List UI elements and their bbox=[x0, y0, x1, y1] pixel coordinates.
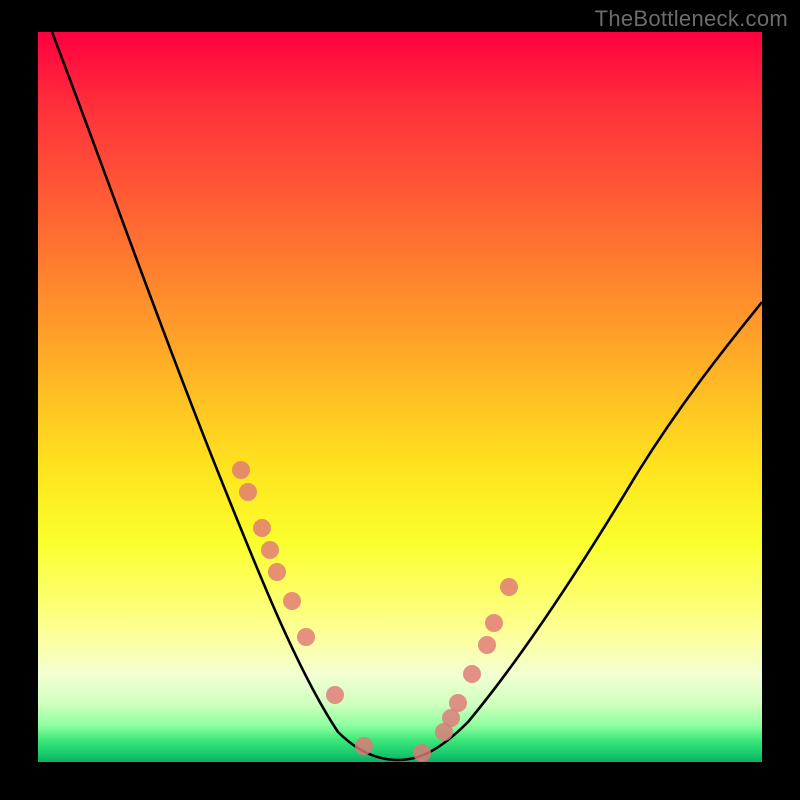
chart-svg bbox=[38, 32, 762, 762]
marker bbox=[268, 563, 286, 581]
chart-frame: TheBottleneck.com bbox=[0, 0, 800, 800]
marker bbox=[283, 592, 301, 610]
marker bbox=[413, 744, 431, 762]
marker bbox=[355, 737, 373, 755]
plot-area bbox=[38, 32, 762, 762]
marker bbox=[500, 578, 518, 596]
marker bbox=[239, 483, 257, 501]
marker bbox=[478, 636, 496, 654]
marker bbox=[463, 665, 481, 683]
marker bbox=[449, 694, 467, 712]
marker bbox=[261, 541, 279, 559]
marker bbox=[326, 686, 344, 704]
marker bbox=[485, 614, 503, 632]
marker bbox=[297, 628, 315, 646]
marker bbox=[253, 519, 271, 537]
bottleneck-curve bbox=[52, 32, 762, 760]
watermark-text: TheBottleneck.com bbox=[595, 6, 788, 32]
marker bbox=[232, 461, 250, 479]
